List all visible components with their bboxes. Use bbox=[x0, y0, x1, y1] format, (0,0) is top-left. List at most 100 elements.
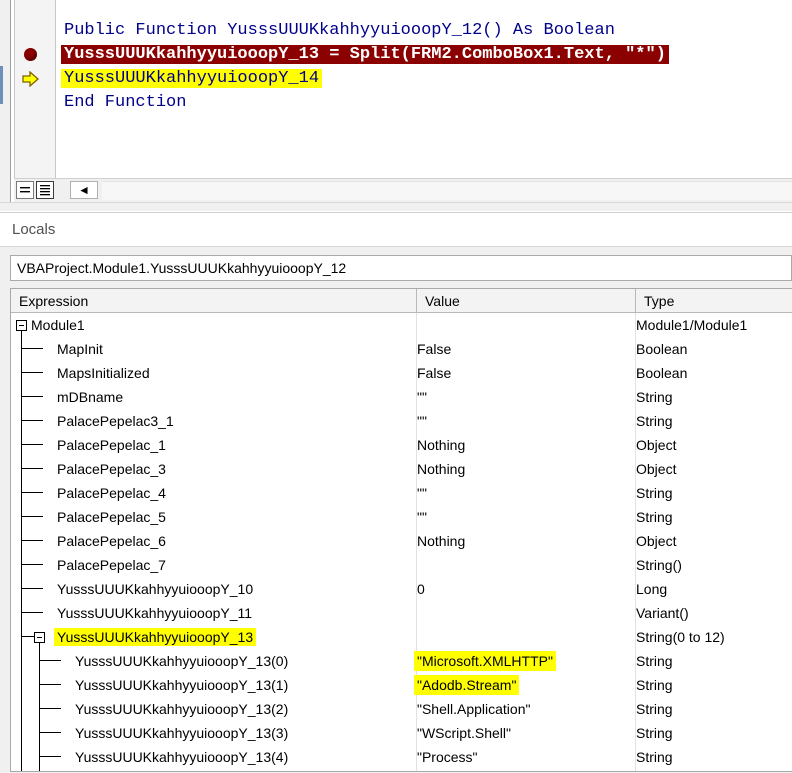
table-row[interactable]: YusssUUUKkahhyyuiooopY_13(4) "Process" S… bbox=[11, 745, 792, 769]
type-cell: Boolean bbox=[636, 341, 688, 357]
tree-connector bbox=[39, 732, 61, 733]
type-cell: String bbox=[636, 509, 673, 525]
value-cell[interactable]: False bbox=[417, 337, 451, 361]
expression-cell: mDBname bbox=[57, 389, 124, 405]
code-line-breakpoint[interactable]: YusssUUUKkahhyyuiooopY_13 = Split(FRM2.C… bbox=[61, 44, 669, 66]
table-row[interactable]: PalacePepelac_4 "" String bbox=[11, 481, 792, 505]
column-header-expression[interactable]: Expression bbox=[11, 289, 417, 313]
table-row[interactable]: mDBname "" String bbox=[11, 385, 792, 409]
tree-connector bbox=[21, 396, 43, 397]
code-return-type: () As Boolean bbox=[482, 21, 615, 40]
type-cell: String() bbox=[636, 557, 682, 573]
expression-cell: YusssUUUKkahhyyuiooopY_13(2) bbox=[75, 701, 289, 717]
expression-cell: YusssUUUKkahhyyuiooopY_11 bbox=[57, 605, 253, 621]
scroll-left-button[interactable]: ◄ bbox=[70, 181, 98, 199]
column-header-value[interactable]: Value bbox=[417, 289, 636, 313]
collapse-icon[interactable] bbox=[16, 320, 27, 331]
value-cell[interactable]: 0 bbox=[417, 577, 425, 601]
table-row[interactable]: MapInit False Boolean bbox=[11, 337, 792, 361]
value-cell[interactable]: "" bbox=[417, 481, 427, 505]
locals-context-text: VBAProject.Module1.YusssUUUKkahhyyuiooop… bbox=[17, 260, 347, 276]
table-row[interactable]: PalacePepelac_1 Nothing Object bbox=[11, 433, 792, 457]
table-row[interactable]: YusssUUUKkahhyyuiooopY_13(0) "Microsoft.… bbox=[11, 649, 792, 673]
table-row[interactable]: MapsInitialized False Boolean bbox=[11, 361, 792, 385]
value-cell[interactable]: "WScript.Shell" bbox=[417, 721, 511, 745]
horizontal-scrollbar[interactable] bbox=[102, 181, 792, 200]
code-line-function-declaration[interactable]: Public Function YusssUUUKkahhyyuiooopY_1… bbox=[64, 20, 615, 42]
type-cell: String bbox=[636, 725, 673, 741]
code-line-end-function[interactable]: End Function bbox=[64, 92, 186, 114]
procedure-view-button[interactable] bbox=[16, 181, 34, 199]
table-row[interactable]: PalacePepelac_7 String() bbox=[11, 553, 792, 577]
value-cell[interactable]: "Process" bbox=[417, 745, 478, 769]
table-row[interactable]: PalacePepelac3_1 "" String bbox=[11, 409, 792, 433]
table-row[interactable]: YusssUUUKkahhyyuiooopY_13(3) "WScript.Sh… bbox=[11, 721, 792, 745]
type-cell: Object bbox=[636, 461, 677, 477]
tree-connector bbox=[21, 468, 43, 469]
tree-connector bbox=[21, 492, 43, 493]
type-cell: Object bbox=[636, 437, 677, 453]
tree-connector bbox=[21, 348, 43, 349]
expression-cell: PalacePepelac_5 bbox=[57, 509, 166, 525]
left-window-edge bbox=[0, 0, 11, 210]
type-cell: String bbox=[636, 413, 673, 429]
value-cell[interactable]: Nothing bbox=[417, 529, 465, 553]
code-line-current-execution[interactable]: YusssUUUKkahhyyuiooopY_14 bbox=[61, 68, 323, 90]
value-cell[interactable]: "" bbox=[417, 385, 427, 409]
procedure-view-icon bbox=[20, 187, 30, 193]
collapse-icon[interactable] bbox=[34, 632, 45, 643]
table-row[interactable]: YusssUUUKkahhyyuiooopY_11 Variant() bbox=[11, 601, 792, 625]
table-row[interactable]: PalacePepelac_5 "" String bbox=[11, 505, 792, 529]
tree-connector bbox=[39, 660, 61, 661]
value-cell[interactable]: "" bbox=[417, 505, 427, 529]
column-header-type[interactable]: Type bbox=[636, 289, 792, 313]
type-cell: Module1/Module1 bbox=[636, 317, 748, 333]
table-row[interactable]: YusssUUUKkahhyyuiooopY_10 0 Long bbox=[11, 577, 792, 601]
expression-cell: YusssUUUKkahhyyuiooopY_13 bbox=[54, 628, 257, 646]
pane-splitter[interactable] bbox=[0, 202, 792, 211]
locals-window-title: Locals bbox=[12, 221, 56, 238]
value-cell[interactable]: False bbox=[417, 361, 451, 385]
expression-cell: YusssUUUKkahhyyuiooopY_10 bbox=[57, 581, 254, 597]
value-cell[interactable]: "Microsoft.XMLHTTP" bbox=[414, 651, 556, 671]
type-cell: Long bbox=[636, 581, 668, 597]
tree-connector bbox=[21, 588, 43, 589]
function-name: YusssUUUKkahhyyuiooopY_12 bbox=[227, 21, 483, 40]
tree-connector bbox=[39, 756, 61, 757]
table-row[interactable]: PalacePepelac_3 Nothing Object bbox=[11, 457, 792, 481]
tree-connector bbox=[21, 516, 43, 517]
value-cell[interactable]: "Adodb.Stream" bbox=[414, 675, 520, 695]
code-keyword: Public Function bbox=[64, 21, 228, 40]
tree-connector bbox=[21, 612, 43, 613]
expression-cell: MapsInitialized bbox=[57, 365, 150, 381]
expression-cell: PalacePepelac_4 bbox=[57, 485, 166, 501]
window-edge-marker bbox=[0, 66, 3, 104]
tree-connector bbox=[21, 444, 43, 445]
table-row[interactable]: YusssUUUKkahhyyuiooopY_13(2) "Shell.Appl… bbox=[11, 697, 792, 721]
value-cell[interactable]: Nothing bbox=[417, 457, 465, 481]
expression-cell: PalacePepelac_7 bbox=[57, 557, 166, 573]
locals-row-module1[interactable]: Module1 Module1/Module1 bbox=[11, 313, 792, 337]
table-row[interactable]: PalacePepelac_6 Nothing Object bbox=[11, 529, 792, 553]
locals-row-array-13[interactable]: YusssUUUKkahhyyuiooopY_13 String(0 to 12… bbox=[11, 625, 792, 649]
expression-cell: YusssUUUKkahhyyuiooopY_13(4) bbox=[75, 749, 289, 765]
scroll-left-arrow-icon: ◄ bbox=[78, 183, 90, 197]
full-module-view-button[interactable] bbox=[36, 181, 54, 199]
margin-indicator-bar[interactable] bbox=[14, 0, 56, 178]
execution-pointer-icon[interactable] bbox=[22, 71, 40, 87]
type-cell: String bbox=[636, 701, 673, 717]
expression-cell: PalacePepelac3_1 bbox=[57, 413, 174, 429]
value-cell[interactable]: "" bbox=[417, 409, 427, 433]
value-cell[interactable]: "Shell.Application" bbox=[417, 697, 530, 721]
expression-cell: Module1 bbox=[31, 317, 85, 333]
breakpoint-statement: YusssUUUKkahhyyuiooopY_13 = Split(FRM2.C… bbox=[61, 45, 669, 64]
breakpoint-icon[interactable] bbox=[24, 48, 37, 61]
type-cell: Object bbox=[636, 533, 677, 549]
type-cell: Boolean bbox=[636, 365, 688, 381]
type-cell: String bbox=[636, 677, 673, 693]
type-cell: Variant() bbox=[636, 605, 689, 621]
value-cell[interactable]: Nothing bbox=[417, 433, 465, 457]
locals-context[interactable]: VBAProject.Module1.YusssUUUKkahhyyuiooop… bbox=[10, 255, 792, 281]
table-row[interactable]: YusssUUUKkahhyyuiooopY_13(1) "Adodb.Stre… bbox=[11, 673, 792, 697]
locals-window-title-bar[interactable]: Locals bbox=[0, 212, 792, 247]
